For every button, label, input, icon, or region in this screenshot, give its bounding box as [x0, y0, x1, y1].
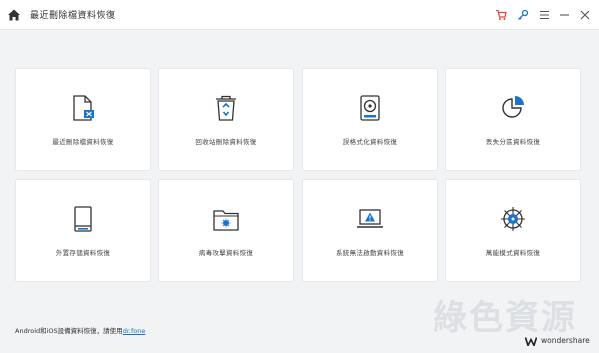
card-label: 外置存儲資料恢復: [55, 249, 111, 257]
card-all-round[interactable]: 萬能模式資料恢復: [445, 179, 581, 282]
partition-pie-icon: [498, 93, 528, 123]
footer-text: Android和iOS設備資料恢復，請使用: [15, 327, 123, 335]
drfone-link[interactable]: dr.fone: [123, 327, 146, 335]
card-partition[interactable]: 丟失分區資料恢復: [445, 68, 581, 171]
cart-icon[interactable]: [494, 8, 507, 21]
recycle-bin-icon: [211, 93, 241, 123]
card-label: 病毒攻擊資料恢復: [198, 249, 254, 257]
card-label: 系統無法啟動資料恢復: [336, 249, 404, 257]
virus-folder-icon: [211, 204, 241, 234]
key-icon[interactable]: [516, 8, 529, 21]
all-round-icon: [498, 204, 528, 234]
card-system-crash[interactable]: 系統無法啟動資料恢復: [302, 179, 438, 282]
menu-icon[interactable]: [538, 8, 551, 21]
card-label: 回收站刪除資料恢復: [195, 138, 257, 146]
system-warning-icon: [355, 204, 385, 234]
card-label: 丟失分區資料恢復: [485, 138, 541, 146]
wondershare-logo-icon: [524, 331, 538, 350]
card-format[interactable]: 誤格式化資料恢復: [302, 68, 438, 171]
card-label: 誤格式化資料恢復: [342, 138, 398, 146]
deleted-file-icon: [68, 93, 98, 123]
home-icon[interactable]: [7, 7, 21, 21]
card-label: 最近刪除檔資料恢復: [52, 138, 114, 146]
card-label: 萬能模式資料恢復: [485, 249, 541, 257]
close-icon[interactable]: [578, 8, 591, 21]
hard-drive-icon: [355, 93, 385, 123]
footer-note: Android和iOS設備資料恢復，請使用dr.fone: [15, 325, 145, 335]
card-recycle-bin[interactable]: 回收站刪除資料恢復: [158, 68, 294, 171]
brand-logo: wondershare: [524, 331, 590, 350]
window-title: 最近刪除檔資料恢復: [30, 11, 116, 21]
minimize-icon[interactable]: [558, 8, 571, 21]
card-external-storage[interactable]: 外置存儲資料恢復: [15, 179, 151, 282]
brand-name: wondershare: [541, 336, 590, 345]
title-bar: 最近刪除檔資料恢復: [0, 0, 599, 30]
card-virus-attack[interactable]: 病毒攻擊資料恢復: [158, 179, 294, 282]
card-recent-deleted[interactable]: 最近刪除檔資料恢復: [15, 68, 151, 171]
external-storage-icon: [68, 204, 98, 234]
